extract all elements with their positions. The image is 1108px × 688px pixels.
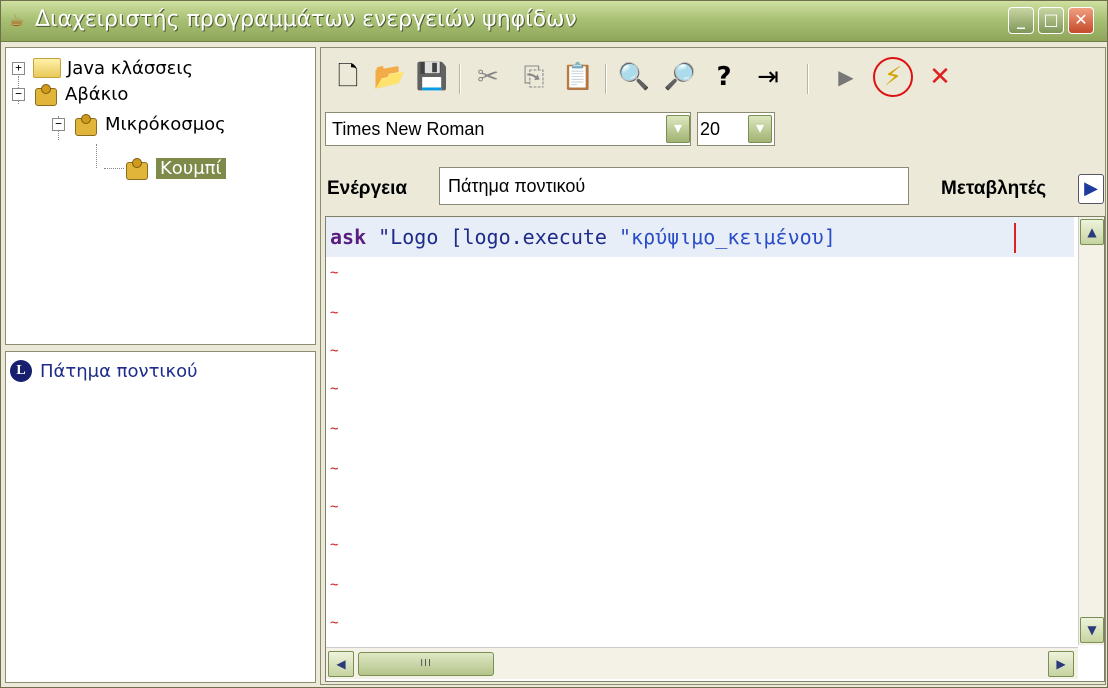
event-item-mouse-press[interactable]: L Πάτημα ποντικού	[10, 360, 198, 382]
empty-line-marker: ~	[330, 343, 339, 359]
scroll-left-icon[interactable]: ◀	[328, 651, 354, 677]
minimize-button[interactable]: _	[1008, 7, 1034, 34]
tree-line	[104, 168, 124, 169]
find-next-icon[interactable]: 🔎	[663, 60, 697, 94]
code-line-1: ask "Logo [logo.execute "κρύψιμο_κειμένο…	[330, 225, 836, 249]
close-button[interactable]: ✕	[1068, 7, 1094, 34]
window-title: Διαχειριστής προγραμμάτων ενεργειών ψηφί…	[35, 7, 577, 32]
variables-label: Μεταβλητές	[941, 178, 1047, 199]
tree-item-java-classes[interactable]: + Java κλάσσεις	[12, 56, 193, 80]
toolbar-separator	[459, 64, 461, 94]
application-window: ☕ Διαχειριστής προγραμμάτων ενεργειών ψη…	[0, 0, 1108, 688]
empty-line-marker: ~	[330, 305, 339, 321]
puzzle-icon	[124, 157, 150, 180]
chevron-down-icon[interactable]: ▾	[666, 115, 690, 143]
tree-line	[96, 144, 97, 168]
empty-line-marker: ~	[330, 265, 339, 281]
action-label: Ενέργεια	[327, 178, 408, 199]
tree-item-koumpi[interactable]: Κουμπί	[124, 156, 226, 180]
code-text: "Logo [logo.execute	[366, 225, 619, 249]
scroll-down-icon[interactable]: ▼	[1080, 617, 1104, 643]
tree-item-label: Κουμπί	[156, 157, 226, 179]
font-size-value: 20	[700, 119, 721, 139]
editor-panel: 🗋 📂 💾 ✂ ⎘ 📋 🔍 🔎 ? ⇥ ▶ ⚡ ✕ Times New Roma…	[320, 47, 1106, 685]
open-folder-icon[interactable]: 📂	[373, 60, 407, 94]
variables-button[interactable]: ▶	[1078, 174, 1104, 204]
vertical-scrollbar[interactable]: ▲ ▼	[1078, 217, 1104, 645]
folder-icon	[33, 58, 61, 78]
save-icon[interactable]: 💾	[415, 60, 449, 94]
toolbar-separator	[807, 64, 809, 94]
empty-line-marker: ~	[330, 499, 339, 515]
component-tree: + Java κλάσσεις − Αβάκιο − Μικρόκοσμος Κ…	[5, 47, 316, 345]
font-size-select[interactable]: 20 ▾	[697, 112, 775, 146]
horizontal-scrollbar[interactable]: ◀ III ▶	[326, 647, 1078, 679]
scroll-thumb[interactable]: III	[358, 652, 494, 676]
cut-icon[interactable]: ✂	[471, 60, 505, 94]
tree-item-label: Αβάκιο	[65, 83, 129, 105]
action-value: Πάτημα ποντικού	[448, 176, 586, 196]
event-label: Πάτημα ποντικού	[40, 360, 198, 382]
scroll-up-icon[interactable]: ▲	[1080, 219, 1104, 245]
empty-line-marker: ~	[330, 577, 339, 593]
tree-item-label: Java κλάσσεις	[67, 57, 194, 79]
scroll-right-icon[interactable]: ▶	[1048, 651, 1074, 677]
font-family-value: Times New Roman	[332, 119, 485, 139]
puzzle-icon	[73, 113, 99, 136]
empty-line-marker: ~	[330, 461, 339, 477]
collapse-icon[interactable]: −	[12, 87, 25, 101]
java-cup-icon: ☕	[9, 11, 25, 31]
empty-line-marker: ~	[330, 381, 339, 397]
expand-icon[interactable]: +	[12, 61, 25, 75]
action-field[interactable]: Πάτημα ποντικού	[439, 167, 909, 205]
chevron-down-icon[interactable]: ▾	[748, 115, 772, 143]
insert-icon[interactable]: ⇥	[751, 60, 785, 94]
tree-item-mikrokosmos[interactable]: − Μικρόκοσμος	[52, 112, 226, 136]
paste-icon[interactable]: 📋	[561, 60, 595, 94]
code-string: "κρύψιμο_κειμένου]	[619, 225, 836, 249]
font-family-select[interactable]: Times New Roman ▾	[325, 112, 691, 146]
events-list: L Πάτημα ποντικού	[5, 351, 316, 683]
maximize-button[interactable]: □	[1038, 7, 1064, 34]
copy-icon[interactable]: ⎘	[517, 60, 551, 94]
empty-line-marker: ~	[330, 537, 339, 553]
lightning-icon[interactable]: ⚡	[873, 57, 913, 97]
find-icon[interactable]: 🔍	[617, 60, 651, 94]
run-icon[interactable]: ▶	[829, 60, 863, 94]
toolbar-separator	[605, 64, 607, 94]
title-bar[interactable]: ☕ Διαχειριστής προγραμμάτων ενεργειών ψη…	[1, 1, 1107, 42]
delete-icon[interactable]: ✕	[923, 60, 957, 94]
tree-item-label: Μικρόκοσμος	[105, 113, 226, 135]
logo-badge-icon: L	[10, 360, 32, 382]
new-file-icon[interactable]: 🗋	[331, 60, 365, 94]
empty-line-marker: ~	[330, 615, 339, 631]
replace-icon[interactable]: ?	[707, 60, 741, 94]
collapse-icon[interactable]: −	[52, 117, 65, 131]
text-caret	[1014, 223, 1016, 253]
toolbar: 🗋 📂 💾 ✂ ⎘ 📋 🔍 🔎 ? ⇥ ▶ ⚡ ✕	[321, 48, 1105, 110]
puzzle-icon	[33, 83, 59, 106]
current-line: ask "Logo [logo.execute "κρύψιμο_κειμένο…	[326, 217, 1074, 257]
empty-line-marker: ~	[330, 421, 339, 437]
tree-item-abakio[interactable]: − Αβάκιο	[12, 82, 128, 106]
code-editor[interactable]: ask "Logo [logo.execute "κρύψιμο_κειμένο…	[325, 216, 1105, 682]
code-keyword: ask	[330, 225, 367, 249]
